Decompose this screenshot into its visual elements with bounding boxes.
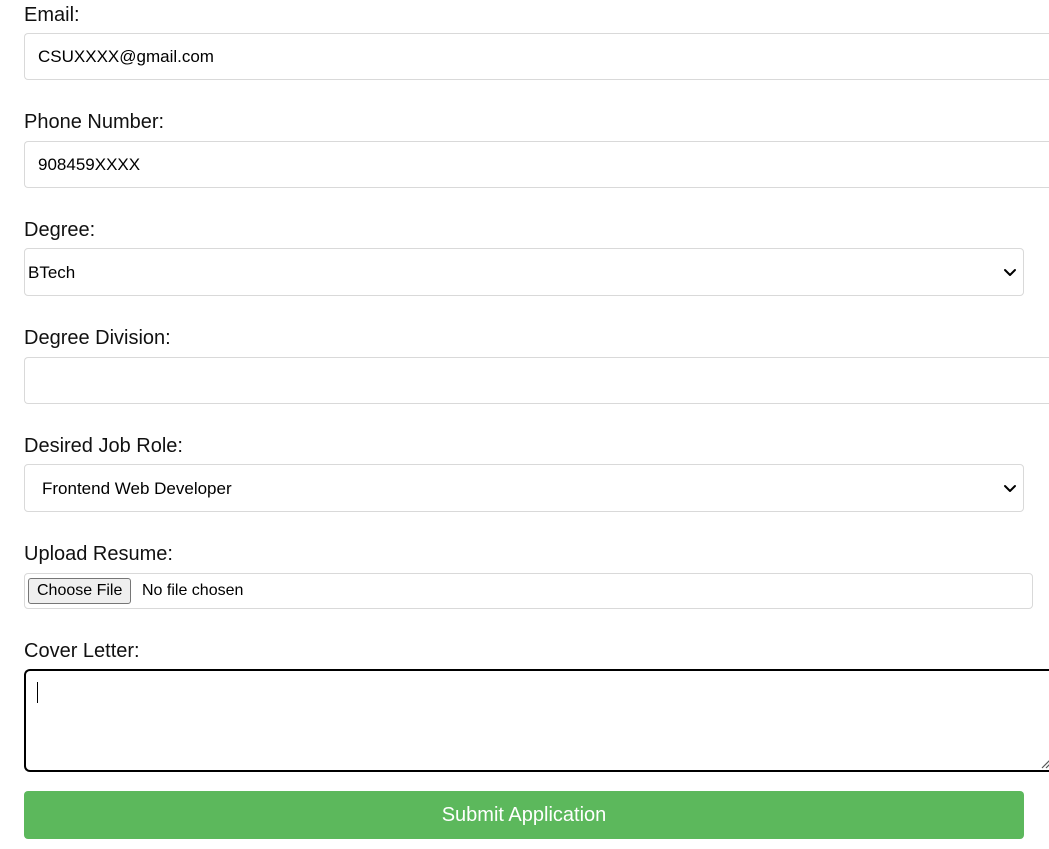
phone-number-label: Phone Number: <box>24 111 165 133</box>
cover-letter-textarea[interactable] <box>24 669 1049 772</box>
degree-selected-value: BTech <box>28 263 76 282</box>
choose-file-button[interactable]: Choose File <box>28 578 132 604</box>
email-field[interactable]: CSUXXXX@gmail.com <box>24 33 1049 80</box>
chevron-down-icon <box>1004 269 1016 276</box>
degree-division-field[interactable] <box>24 357 1049 404</box>
degree-division-label: Degree Division: <box>24 327 171 349</box>
chevron-down-icon <box>1004 485 1016 492</box>
job-application-form: Email: CSUXXXX@gmail.com Phone Number: 9… <box>0 0 1049 849</box>
text-cursor <box>37 682 38 703</box>
resume-file-input[interactable]: Choose File No file chosen <box>24 573 1033 609</box>
upload-resume-label: Upload Resume: <box>24 543 173 565</box>
phone-number-value: 908459XXXX <box>38 155 141 174</box>
cover-letter-label: Cover Letter: <box>24 640 140 662</box>
file-status-text: No file chosen <box>142 582 244 599</box>
degree-label: Degree: <box>24 219 96 241</box>
desired-job-role-select[interactable]: Frontend Web Developer <box>24 464 1024 512</box>
email-value: CSUXXXX@gmail.com <box>38 47 214 66</box>
email-label: Email: <box>24 4 80 26</box>
phone-number-field[interactable]: 908459XXXX <box>24 141 1049 188</box>
desired-job-role-label: Desired Job Role: <box>24 435 183 457</box>
job-role-selected-value: Frontend Web Developer <box>42 479 232 498</box>
degree-select[interactable]: BTech <box>24 248 1024 296</box>
submit-application-button[interactable]: Submit Application <box>24 791 1024 839</box>
resize-handle-icon[interactable] <box>1039 757 1049 769</box>
